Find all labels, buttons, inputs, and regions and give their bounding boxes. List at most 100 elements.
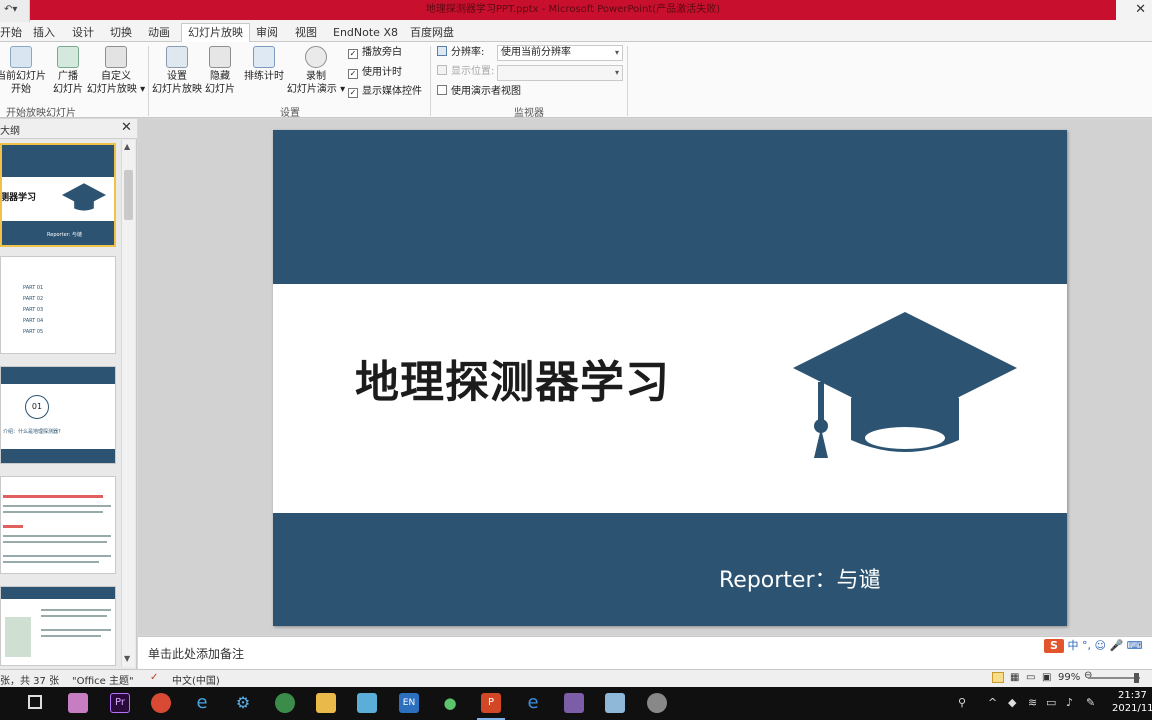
tab-endnote[interactable]: EndNote X8 <box>333 25 398 42</box>
task-view-icon[interactable] <box>28 695 42 709</box>
file-explorer-icon[interactable] <box>316 693 336 713</box>
tab-slideshow[interactable]: 幻灯片放映 <box>181 23 250 43</box>
slideshow-view-icon[interactable]: ▣ <box>1042 672 1051 683</box>
chevron-up-icon[interactable]: ^ <box>988 696 997 709</box>
button-label: 幻灯片放映 <box>152 84 202 95</box>
thumb-toc: PART 01 PART 02 PART 03 PART 04 PART 05 <box>23 283 43 338</box>
notes-placeholder[interactable]: 单击此处添加备注 <box>148 645 244 662</box>
presenter-view-checkbox[interactable]: 使用演示者视图 <box>437 85 521 99</box>
ie-icon[interactable]: e <box>192 693 212 713</box>
notes-pane[interactable]: 单击此处添加备注 S 中 °, ☺ 🎤 ⌨ <box>138 636 1152 669</box>
show-on-dropdown[interactable]: ▾ <box>497 65 623 81</box>
person-icon[interactable]: ⚲ <box>958 696 966 709</box>
powerpoint-icon[interactable]: P <box>477 693 505 720</box>
app-icon[interactable] <box>68 693 88 713</box>
button-label: 设置 <box>167 71 187 82</box>
reading-view-icon[interactable]: ▭ <box>1026 672 1035 683</box>
hide-slide-icon <box>209 46 231 68</box>
app-icon[interactable] <box>647 693 667 713</box>
ime-toolbar[interactable]: S 中 °, ☺ 🎤 ⌨ <box>1044 637 1143 653</box>
sogou-input-icon[interactable]: S <box>1044 639 1064 653</box>
globe-icon[interactable] <box>275 693 295 713</box>
tab-review[interactable]: 审阅 <box>256 25 278 42</box>
edge-icon[interactable]: e <box>523 693 543 713</box>
volume-icon[interactable]: ♪ <box>1066 696 1073 709</box>
group-separator <box>148 46 149 116</box>
broadcast-slideshow-button[interactable]: 广播 幻灯片 <box>50 46 86 96</box>
rehearse-timings-button[interactable]: 排练计时 <box>242 46 286 83</box>
app-window-icon[interactable] <box>357 693 377 713</box>
spell-check-icon[interactable]: ✓ <box>150 672 158 683</box>
scrollbar-thumb[interactable] <box>124 170 133 220</box>
undo-icon[interactable]: ↶▾ <box>4 4 17 15</box>
thumb-text-line <box>41 635 101 637</box>
tray-app-icon[interactable]: ◆ <box>1008 696 1016 709</box>
close-window-icon[interactable]: ✕ <box>1135 2 1146 17</box>
close-icon[interactable]: ✕ <box>121 120 132 135</box>
settings-gear-icon[interactable]: ⚙ <box>233 693 253 713</box>
slide-title[interactable]: 地理探测器学习 <box>355 346 670 410</box>
zoom-level[interactable]: 99% <box>1058 672 1080 683</box>
slide-thumbnail-5[interactable] <box>0 586 116 666</box>
graduation-cap-icon[interactable] <box>793 312 1017 462</box>
show-media-controls-checkbox[interactable]: ✓ 显示媒体控件 <box>348 85 422 99</box>
tab-animations[interactable]: 动画 <box>148 25 170 42</box>
toc-item: PART 03 <box>23 307 44 313</box>
thumb-text-line <box>3 555 111 557</box>
thumb-title: 测器学习 <box>0 193 37 203</box>
scroll-down-icon[interactable]: ▼ <box>124 654 130 663</box>
zoom-slider[interactable] <box>1088 677 1140 679</box>
setup-slideshow-button[interactable]: 设置 幻灯片放映 <box>150 46 204 96</box>
quick-access-toolbar[interactable]: ↶▾ <box>0 0 30 22</box>
reporter-text[interactable]: Reporter：与谴 <box>719 562 881 594</box>
zoom-out-icon[interactable]: ⊖ <box>1084 670 1092 681</box>
slide-thumbnail-4[interactable] <box>0 476 116 574</box>
resolution-dropdown[interactable]: 使用当前分辨率 ▾ <box>497 45 623 61</box>
checkbox-checked-icon: ✓ <box>348 88 358 98</box>
thumbnail-scrollbar[interactable]: ▲ ▼ <box>121 140 135 667</box>
group-separator <box>430 46 431 116</box>
tab-transitions[interactable]: 切换 <box>110 25 132 42</box>
hide-slide-button[interactable]: 隐藏 幻灯片 <box>204 46 236 96</box>
monitor-icon <box>437 46 447 56</box>
slide-thumbnail-2[interactable]: PART 01 PART 02 PART 03 PART 04 PART 05 <box>0 256 116 354</box>
broadcast-icon <box>57 46 79 68</box>
custom-slideshow-button[interactable]: 自定义 幻灯片放映 ▾ <box>86 46 146 96</box>
pen-icon[interactable]: ✎ <box>1086 696 1095 709</box>
tab-home[interactable]: 开始 <box>0 25 22 42</box>
slide-thumbnail-3[interactable]: 01 介绍：什么是地理探测器? <box>0 366 116 464</box>
current-slide[interactable]: 地理探测器学习 Reporter：与谴 <box>273 130 1067 626</box>
tab-design[interactable]: 设计 <box>72 25 94 42</box>
button-label: 幻灯片放映 ▾ <box>86 84 146 95</box>
premiere-icon[interactable]: Pr <box>110 693 130 713</box>
app-icon[interactable] <box>564 693 584 713</box>
use-timings-checkbox[interactable]: ✓ 使用计时 <box>348 66 402 80</box>
slide-sorter-view-icon[interactable]: ▦ <box>1010 672 1019 683</box>
normal-view-icon[interactable] <box>992 672 1004 683</box>
en-input-icon[interactable]: EN <box>399 693 419 713</box>
battery-icon[interactable]: ▭ <box>1046 696 1056 709</box>
record-slideshow-button[interactable]: 录制 幻灯片演示 ▾ <box>286 46 346 96</box>
thumb-band <box>1 367 115 384</box>
thumb-band <box>1 587 115 599</box>
checkbox-checked-icon: ✓ <box>348 69 358 79</box>
wechat-icon[interactable]: ● <box>440 693 460 713</box>
projector-icon <box>10 46 32 68</box>
slide-thumbnail-1[interactable]: 测器学习 Reporter: 与谴 <box>0 143 116 247</box>
wifi-icon[interactable]: ≋ <box>1028 696 1037 709</box>
system-clock[interactable]: 21:37 2021/11 <box>1112 689 1152 715</box>
toc-item: PART 04 <box>23 318 44 324</box>
tab-view[interactable]: 视图 <box>295 25 317 42</box>
scroll-up-icon[interactable]: ▲ <box>124 142 130 151</box>
tab-baidu-netdisk[interactable]: 百度网盘 <box>410 25 454 42</box>
app-icon[interactable] <box>605 693 625 713</box>
browser-icon[interactable] <box>151 693 171 713</box>
from-current-slide-button[interactable]: 当前幻灯片 开始 <box>0 46 46 96</box>
title-bar: ↶▾ 地理探测器学习PPT.pptx - Microsoft PowerPoin… <box>0 0 1152 22</box>
tab-insert[interactable]: 插入 <box>33 25 55 42</box>
ime-status[interactable]: 中 °, ☺ 🎤 ⌨ <box>1068 639 1143 652</box>
zoom-slider-thumb[interactable] <box>1134 673 1139 683</box>
play-narrations-checkbox[interactable]: ✓ 播放旁白 <box>348 46 402 60</box>
tab-outline[interactable]: 大纲 <box>0 122 20 137</box>
language[interactable]: 中文(中国) <box>172 672 220 687</box>
